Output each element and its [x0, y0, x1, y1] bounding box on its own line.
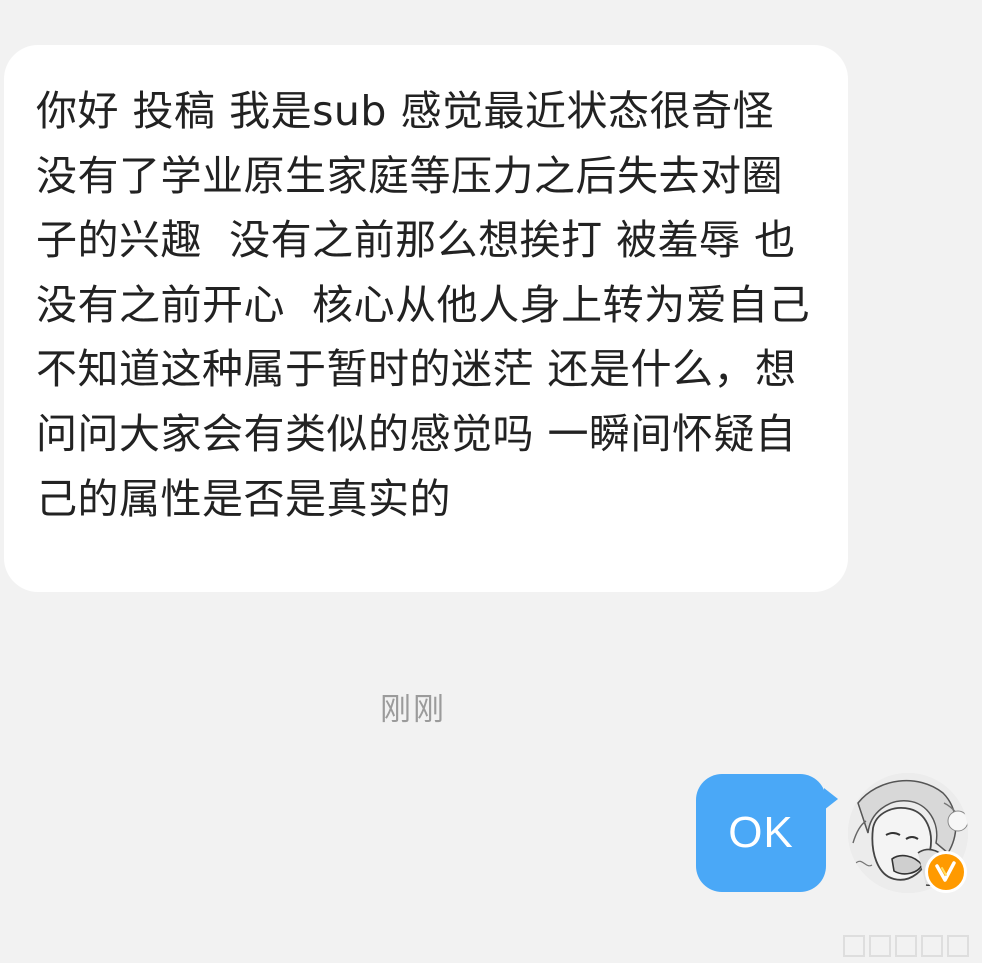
verified-v-icon: [935, 861, 956, 882]
outgoing-message-bubble[interactable]: OK: [696, 774, 838, 892]
watermark-logo-icon: [843, 935, 969, 957]
verified-badge-icon: [925, 851, 967, 893]
incoming-message-bubble[interactable]: 你好 投稿 我是sub 感觉最近状态很奇怪 没有了学业原生家庭等压力之后失去对圈…: [4, 45, 848, 592]
message-timestamp: 刚刚: [380, 692, 446, 728]
outgoing-message-text: OK: [728, 808, 794, 857]
incoming-message-text: 你好 投稿 我是sub 感觉最近状态很奇怪 没有了学业原生家庭等压力之后失去对圈…: [36, 87, 824, 523]
chat-area: 你好 投稿 我是sub 感觉最近状态很奇怪 没有了学业原生家庭等压力之后失去对圈…: [0, 0, 982, 963]
bubble-tail: [824, 788, 838, 810]
